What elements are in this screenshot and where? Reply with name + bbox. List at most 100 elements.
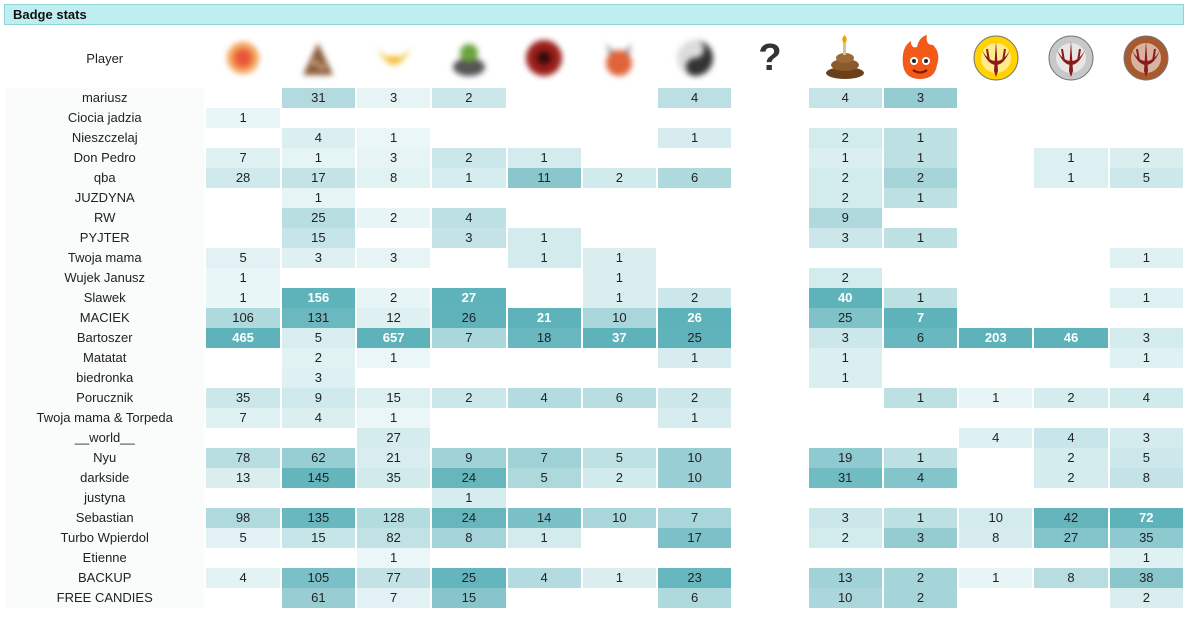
table-row: Turbo Wpierdol 5 15 82 8 1 17 2 3 8 27 35 — [5, 528, 1183, 548]
badge-column-header[interactable] — [508, 28, 581, 88]
badge-count-cell — [432, 108, 505, 128]
player-name-cell: PYJTER — [5, 228, 205, 248]
badge-count-cell — [508, 368, 581, 388]
badge-count-cell: 7 — [432, 328, 506, 348]
badge-column-header[interactable] — [357, 28, 430, 88]
badge-count-cell — [1110, 88, 1183, 108]
badge-count-cell — [959, 448, 1032, 468]
badge-count-cell: 26 — [432, 308, 506, 328]
badge-count-cell: 1 — [883, 288, 958, 308]
badge-column-header[interactable] — [432, 28, 505, 88]
badge-count-cell — [508, 128, 581, 148]
badge-count-cell — [583, 188, 656, 208]
badge-column-header[interactable] — [583, 28, 656, 88]
badge-column-header[interactable] — [809, 28, 882, 88]
badge-count-cell: 2 — [808, 528, 882, 548]
badge-count-cell — [733, 228, 806, 248]
badge-count-cell — [508, 188, 581, 208]
table-body: mariusz 31 3 2 4 4 3 Ciocia jadzia 1 Nieszczelaj 4… — [5, 88, 1183, 608]
badge-count-cell: 2 — [582, 468, 657, 488]
badge-count-cell — [733, 288, 806, 308]
player-name-cell: Nieszczelaj — [5, 128, 205, 148]
badge-count-cell — [1110, 228, 1183, 248]
badge-count-cell: 40 — [808, 288, 882, 308]
player-name-cell: RW — [5, 208, 205, 228]
badge-count-cell — [884, 368, 957, 388]
badge-count-cell: 3 — [883, 88, 958, 108]
badge-column-header[interactable] — [884, 28, 957, 88]
badge-count-cell: 17 — [281, 168, 355, 188]
badge-column-header[interactable] — [959, 28, 1032, 88]
badge-count-cell — [1034, 368, 1107, 388]
badge-count-cell — [206, 128, 279, 148]
badge-count-cell: 28 — [206, 168, 280, 188]
badge-count-cell — [959, 348, 1032, 368]
badge-count-cell — [206, 348, 279, 368]
badge-count-cell: 8 — [1109, 468, 1183, 488]
badge-count-cell — [508, 408, 581, 428]
badge-count-cell: 1 — [883, 388, 958, 408]
badge-count-cell — [809, 248, 882, 268]
badge-count-cell: 1 — [356, 128, 431, 148]
player-name-cell: Slawek — [5, 288, 205, 308]
badge-count-cell: 1 — [356, 548, 431, 568]
badge-count-cell: 4 — [1109, 388, 1183, 408]
badge-column-header[interactable] — [658, 28, 731, 88]
badge-count-cell: 3 — [808, 508, 882, 528]
badge-count-cell: 7 — [883, 308, 958, 328]
player-name-cell: Matatat — [5, 348, 205, 368]
badge-count-cell — [508, 208, 581, 228]
badge-count-cell — [508, 268, 581, 288]
badge-count-cell: 2 — [1034, 468, 1108, 488]
badge-count-cell: 2 — [281, 348, 355, 368]
badge-count-cell — [1034, 108, 1107, 128]
badge-column-header[interactable] — [282, 28, 355, 88]
badge-count-cell: 4 — [883, 468, 958, 488]
badge-column-header[interactable] — [1110, 28, 1183, 88]
badge-count-cell: 61 — [281, 588, 355, 608]
badge-count-cell: 4 — [959, 428, 1033, 448]
badge-count-cell: 4 — [281, 128, 355, 148]
badge-count-cell: 3 — [356, 148, 431, 168]
player-name-cell: Wujek Janusz — [5, 268, 205, 288]
badge-count-cell: 657 — [356, 328, 431, 348]
badge-count-cell: 8 — [356, 168, 431, 188]
badge-count-cell: 105 — [281, 568, 355, 588]
badge-count-cell — [508, 108, 581, 128]
table-row: Porucznik 35 9 15 2 4 6 2 1 1 2 4 — [5, 388, 1183, 408]
badge-count-cell — [733, 148, 806, 168]
badge-count-cell: 5 — [206, 248, 280, 268]
badge-count-cell: 1 — [959, 568, 1033, 588]
question-mark-icon: ? — [758, 37, 782, 79]
badge-count-cell — [733, 328, 806, 348]
badge-count-cell — [432, 128, 505, 148]
badge-count-cell: 10 — [658, 468, 732, 488]
badge-count-cell: 1 — [883, 148, 958, 168]
badge-column-header[interactable]: ? — [733, 28, 806, 88]
badge-count-cell — [658, 208, 731, 228]
player-name-cell: BACKUP — [5, 568, 205, 588]
badge-count-cell: 5 — [206, 528, 280, 548]
badge-count-cell — [733, 348, 806, 368]
badge-column-header[interactable] — [1034, 28, 1107, 88]
badge-column-header[interactable] — [206, 28, 279, 88]
badge-count-cell — [884, 268, 957, 288]
badge-count-cell: 24 — [432, 508, 506, 528]
badge-count-cell: 8 — [959, 528, 1033, 548]
badge-count-cell — [282, 268, 355, 288]
badge-count-cell — [583, 368, 656, 388]
badge-count-cell: 8 — [432, 528, 506, 548]
badge-count-cell: 31 — [281, 88, 355, 108]
badge-count-cell — [658, 148, 731, 168]
table-row: PYJTER 15 3 1 3 1 — [5, 228, 1183, 248]
badge-count-cell — [1034, 548, 1107, 568]
badge-count-cell: 3 — [356, 248, 431, 268]
badge-count-cell: 1 — [507, 248, 581, 268]
badge-count-cell: 4 — [507, 388, 581, 408]
badge-count-cell: 1 — [432, 168, 506, 188]
badge-count-cell — [432, 408, 505, 428]
player-column-header[interactable]: Player — [5, 28, 204, 88]
table-row: __world__ 27 4 4 3 — [5, 428, 1183, 448]
badge-count-cell: 6 — [582, 388, 657, 408]
badge-count-cell — [1110, 188, 1183, 208]
